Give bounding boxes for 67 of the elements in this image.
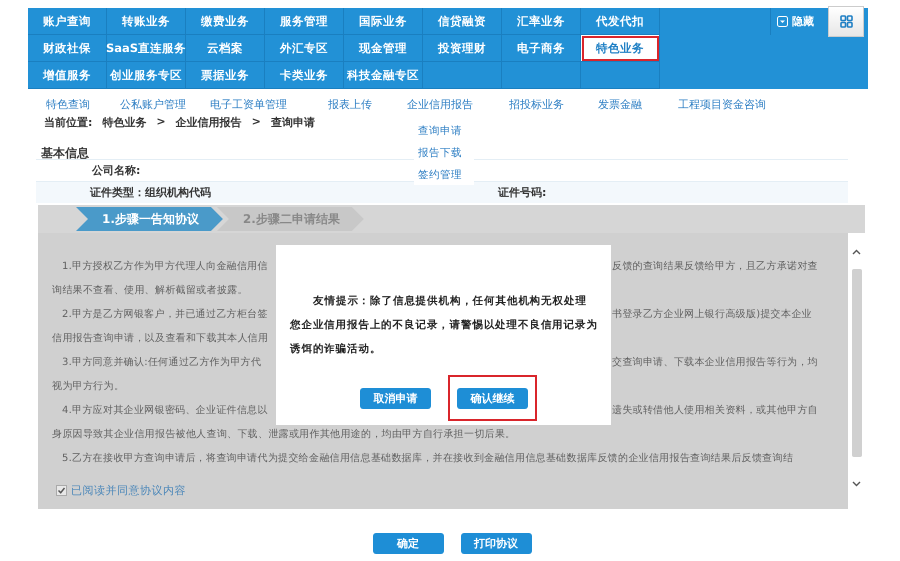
agreement-text: 遗失或转借他人使用相关资料，或其他甲方自 bbox=[612, 404, 818, 418]
nav-tab[interactable]: 现金管理 bbox=[344, 35, 423, 62]
subnav-link[interactable]: 公私账户管理 bbox=[120, 97, 210, 111]
nav-tab[interactable]: 财政社保 bbox=[28, 35, 107, 62]
scroll-up-icon[interactable] bbox=[852, 249, 861, 255]
step-tab[interactable]: 2.步骤二申请结果 bbox=[216, 207, 364, 231]
subnav-link[interactable]: 报表上传 bbox=[328, 97, 407, 111]
nav-tab[interactable]: 汇率业务 bbox=[502, 8, 581, 35]
agreement-text: 书登录乙方企业网上银行高级版)提交本企业 bbox=[612, 308, 812, 322]
field-label: 证件类型：组织机构代码 bbox=[90, 185, 211, 200]
breadcrumb-item: 查询申请 bbox=[270, 115, 315, 129]
grid-menu-button[interactable] bbox=[828, 6, 864, 37]
agreement-text: 2.甲方是乙方网银客户，并已通过乙方柜台签 bbox=[62, 308, 269, 322]
nav-tab[interactable]: 转账业务 bbox=[107, 8, 186, 35]
action-button[interactable]: 打印协议 bbox=[460, 533, 532, 554]
agreement-text: 4.甲方应对其企业网银密码、企业证件信息以 bbox=[62, 404, 269, 418]
nav-tab[interactable]: 投资理财 bbox=[423, 35, 502, 62]
agreement-text: 反馈的查询结果反馈给甲方，且乙方承诺对查 bbox=[612, 260, 818, 274]
nav-tab[interactable]: 云档案 bbox=[186, 35, 265, 62]
subnav-link[interactable]: 特色查询 bbox=[46, 97, 120, 111]
nav-tab[interactable]: 创业服务专区 bbox=[107, 62, 186, 89]
dropdown-item[interactable]: 签约管理 bbox=[418, 168, 470, 182]
subnav-link[interactable]: 发票金融 bbox=[598, 97, 678, 111]
step-tab[interactable]: 1.步骤一告知协议 bbox=[76, 207, 223, 231]
nav-tab[interactable]: 票据业务 bbox=[186, 62, 265, 89]
checkbox-label[interactable]: 已阅读并同意协议内容 bbox=[71, 483, 186, 498]
scroll-down-icon[interactable] bbox=[852, 481, 861, 487]
nav-tab[interactable]: 增值服务 bbox=[28, 62, 107, 89]
subnav-link[interactable]: 电子工资单管理 bbox=[210, 97, 328, 111]
breadcrumb-separator: > bbox=[156, 115, 166, 129]
breadcrumb-label: 当前位置: bbox=[44, 115, 92, 129]
agreement-text: 3.甲方同意并确认:任何通过乙方作为甲方代 bbox=[62, 356, 262, 370]
agreement-text: 身原因导致其企业信用报告被他人查询、下载、泄露或用作其他用途的，均由甲方自行承担一切后果。 bbox=[52, 428, 516, 442]
breadcrumb-item: 特色业务 bbox=[102, 115, 146, 129]
breadcrumb-item: 企业信用报告 bbox=[176, 115, 242, 129]
subnav-link[interactable]: 工程项目资金咨询 bbox=[678, 97, 766, 111]
field-label: 公司名称: bbox=[92, 163, 140, 178]
dropdown-item[interactable]: 查询申请 bbox=[418, 124, 470, 138]
dialog-message: 友情提示：除了信息提供机构，任何其他机构无权处理您企业信用报告上的不良记录，请警惕以处理不良信用记录为诱饵的诈骗活动。 bbox=[290, 294, 598, 357]
grid-icon bbox=[840, 15, 852, 28]
checkbox[interactable] bbox=[56, 485, 67, 496]
section-title: 基本信息 bbox=[41, 145, 89, 159]
subnav-link[interactable]: 招投标业务 bbox=[509, 97, 598, 111]
agreement-text: 5.乙方在接收甲方查询申请后，将查询申请代为提交给金融信用信息基础数据库，并在接收到金融信用信息基础数据库反馈的企业信用报告查询结果后反馈查询结 bbox=[62, 452, 794, 466]
nav-tab[interactable]: 国际业务 bbox=[344, 8, 423, 35]
dialog-button[interactable]: 取消申请 bbox=[360, 388, 431, 409]
nav-tab[interactable]: 账户查询 bbox=[28, 8, 107, 35]
collapse-icon bbox=[777, 16, 788, 27]
nav-tab[interactable]: 科技金融专区 bbox=[344, 62, 423, 89]
field-label: 证件号码: bbox=[498, 185, 546, 200]
agreement-text: 交查询申请、下载本企业信用报告等行为，均 bbox=[612, 356, 818, 370]
dropdown-item[interactable]: 报告下载 bbox=[418, 146, 470, 160]
nav-tab[interactable]: 信贷融资 bbox=[423, 8, 502, 35]
action-button[interactable]: 确定 bbox=[372, 533, 444, 554]
agreement-text: 信用报告查询申请，以及查看和下载其本人信用 bbox=[52, 332, 270, 346]
nav-tab[interactable]: 特色业务 bbox=[581, 35, 660, 62]
nav-tab[interactable]: SaaS直连服务 bbox=[107, 35, 186, 62]
nav-tab[interactable]: 外汇专区 bbox=[265, 35, 344, 62]
nav-tab[interactable]: 卡类业务 bbox=[265, 62, 344, 89]
agreement-text: 视为甲方行为。 bbox=[52, 380, 124, 394]
agreement-text: 询结果不查看、使用、解析截留或者披露。 bbox=[52, 284, 248, 298]
nav-tab[interactable]: 服务管理 bbox=[265, 8, 344, 35]
dialog-button[interactable]: 确认继续 bbox=[457, 388, 528, 409]
breadcrumb-separator: > bbox=[252, 115, 261, 129]
subnav-link[interactable]: 企业信用报告 bbox=[407, 97, 509, 111]
agreement-text: 1.甲方授权乙方作为甲方代理人向金融信用信 bbox=[62, 260, 269, 274]
nav-tab[interactable]: 缴费业务 bbox=[186, 8, 265, 35]
